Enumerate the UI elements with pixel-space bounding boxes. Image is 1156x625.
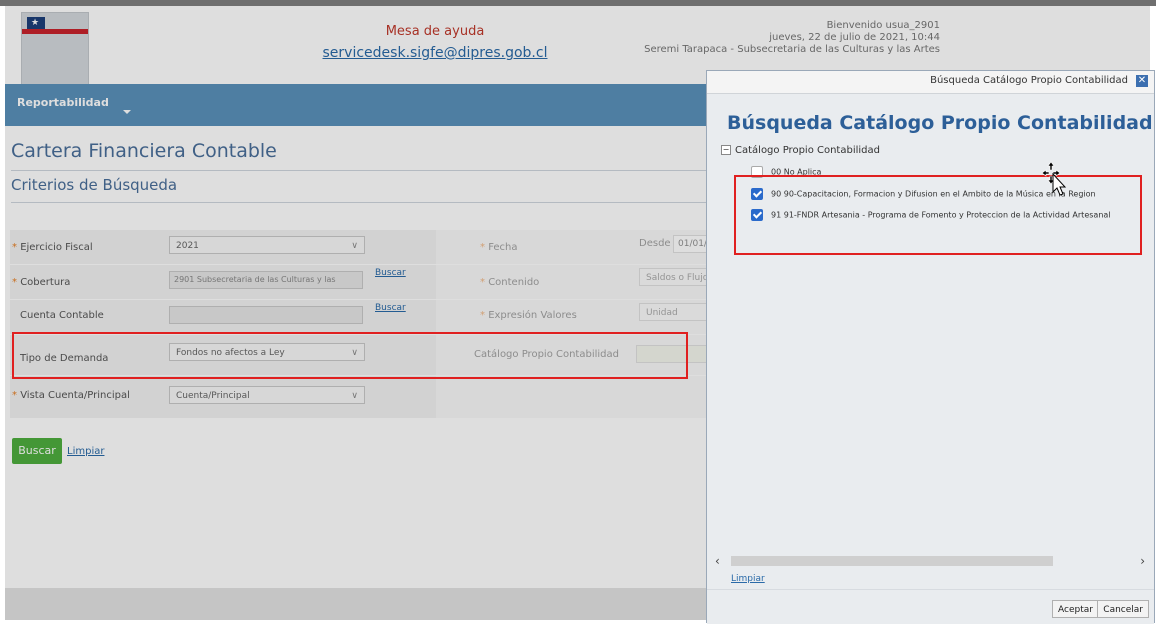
scrollbar-thumb[interactable] xyxy=(731,556,1053,566)
screenshot-frame: ★ Mesa de ayuda servicedesk.sigfe@dipres… xyxy=(0,0,1156,625)
highlight-box xyxy=(734,175,1142,255)
chevron-left-icon[interactable]: ‹ xyxy=(715,554,720,568)
modal-titlebar[interactable]: Búsqueda Catálogo Propio Contabilidad ✕ xyxy=(707,71,1154,94)
highlight-box xyxy=(12,332,688,379)
cancel-button[interactable]: Cancelar xyxy=(1097,600,1149,618)
modal-limpiar-link[interactable]: Limpiar xyxy=(731,574,765,584)
collapse-icon[interactable]: − xyxy=(721,145,731,155)
accept-button[interactable]: Aceptar xyxy=(1052,600,1099,618)
horizontal-scrollbar[interactable]: ‹ › xyxy=(715,554,1145,568)
modal-title: Búsqueda Catálogo Propio Contabilidad xyxy=(930,75,1128,86)
modal-heading: Búsqueda Catálogo Propio Contabilidad xyxy=(727,112,1153,134)
tree-root[interactable]: − Catálogo Propio Contabilidad xyxy=(721,145,880,156)
close-icon[interactable]: ✕ xyxy=(1136,75,1148,87)
chevron-right-icon[interactable]: › xyxy=(1140,554,1145,568)
catalogo-modal: Búsqueda Catálogo Propio Contabilidad ✕ … xyxy=(706,70,1155,624)
move-cursor-icon xyxy=(1041,161,1067,196)
modal-button-bar: Aceptar Cancelar xyxy=(707,589,1154,624)
